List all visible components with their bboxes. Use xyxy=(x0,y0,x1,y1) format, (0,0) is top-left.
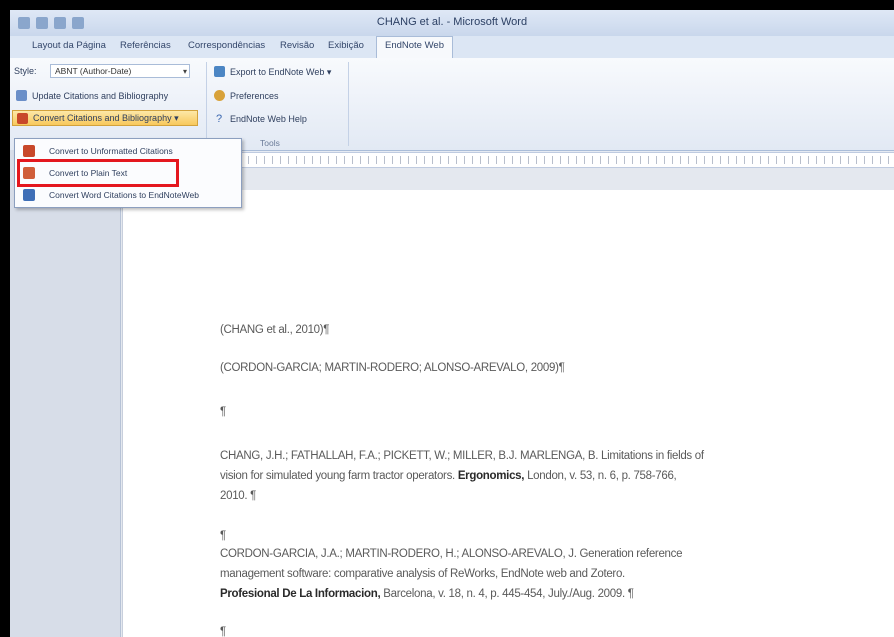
tab-review[interactable]: Revisão xyxy=(280,40,314,51)
word-citations-icon xyxy=(23,189,35,201)
reference-2-line-2[interactable]: management software: comparative analysi… xyxy=(220,564,625,584)
empty-paragraph[interactable]: ¶ xyxy=(220,402,226,422)
red-highlight-box xyxy=(17,159,179,187)
tab-view[interactable]: Exibição xyxy=(328,40,364,51)
help-button[interactable]: EndNote Web Help xyxy=(230,114,307,124)
export-icon xyxy=(214,66,225,77)
style-value: ABNT (Author-Date) xyxy=(55,66,132,76)
update-citations-button[interactable]: Update Citations and Bibliography xyxy=(32,91,168,101)
help-icon: ? xyxy=(216,113,223,125)
title-bar: CHANG et al. - Microsoft Word xyxy=(10,10,894,36)
reference-text: Barcelona, v. 18, n. 4, p. 445-454, July… xyxy=(380,588,634,600)
reference-1-line-3[interactable]: 2010. ¶ xyxy=(220,486,256,506)
unformatted-icon xyxy=(23,145,35,157)
reference-1-line-1[interactable]: CHANG, J.H.; FATHALLAH, F.A.; PICKETT, W… xyxy=(220,446,704,466)
style-select[interactable]: ABNT (Author-Date) ▾ xyxy=(50,64,190,78)
window-title: CHANG et al. - Microsoft Word xyxy=(376,16,528,28)
ruler-ticks xyxy=(240,156,894,164)
tab-references[interactable]: Referências xyxy=(120,40,171,51)
chevron-down-icon: ▾ xyxy=(182,67,187,76)
ribbon-separator xyxy=(348,62,349,146)
menu-item-word-citations[interactable]: Convert Word Citations to EndNoteWeb xyxy=(15,185,239,205)
citation-2[interactable]: (CORDON-GARCIA; MARTIN-RODERO; ALONSO-AR… xyxy=(220,358,565,378)
menu-item-label: Convert Word Citations to EndNoteWeb xyxy=(49,190,199,200)
preferences-button[interactable]: Preferences xyxy=(230,91,279,101)
empty-paragraph[interactable]: ¶ xyxy=(220,526,226,546)
reference-journal: Ergonomics, xyxy=(457,470,525,482)
reference-text: vision for simulated young farm tractor … xyxy=(220,470,458,482)
reference-2-line-1[interactable]: CORDON-GARCIA, J.A.; MARTIN-RODERO, H.; … xyxy=(220,544,682,564)
update-citations-icon xyxy=(16,90,27,101)
export-button[interactable]: Export to EndNote Web ▾ xyxy=(230,67,331,78)
preferences-icon xyxy=(214,90,225,101)
tab-endnote-web[interactable]: EndNote Web xyxy=(376,36,453,58)
ruler[interactable] xyxy=(240,152,894,168)
empty-paragraph[interactable]: ¶ xyxy=(220,622,226,637)
tab-layout[interactable]: Layout da Página xyxy=(32,40,106,51)
convert-icon xyxy=(17,113,28,124)
menu-item-label: Convert to Unformatted Citations xyxy=(49,146,173,156)
tools-group-label: Tools xyxy=(260,138,280,148)
reference-text: London, v. 53, n. 6, p. 758-766, xyxy=(524,470,677,482)
reference-1-line-2[interactable]: vision for simulated young farm tractor … xyxy=(220,466,677,486)
style-label: Style: xyxy=(14,66,37,76)
ribbon-tabs: Layout da Página Referências Correspondê… xyxy=(10,36,894,59)
left-margin-panel xyxy=(10,150,121,637)
ribbon-separator xyxy=(206,62,207,146)
word-window: CHANG et al. - Microsoft Word Layout da … xyxy=(10,10,894,637)
reference-journal: Profesional De La Informacion, xyxy=(220,588,381,600)
menu-item-unformatted[interactable]: Convert to Unformatted Citations xyxy=(15,141,239,161)
tab-mailings[interactable]: Correspondências xyxy=(188,40,265,51)
reference-2-line-3[interactable]: Profesional De La Informacion, Barcelona… xyxy=(220,584,634,604)
convert-citations-label: Convert Citations and Bibliography ▾ xyxy=(33,113,179,123)
convert-citations-button[interactable]: Convert Citations and Bibliography ▾ xyxy=(12,110,198,126)
convert-dropdown-menu: Convert to Unformatted Citations Convert… xyxy=(14,138,242,208)
citation-1[interactable]: (CHANG et al., 2010)¶ xyxy=(220,320,329,340)
